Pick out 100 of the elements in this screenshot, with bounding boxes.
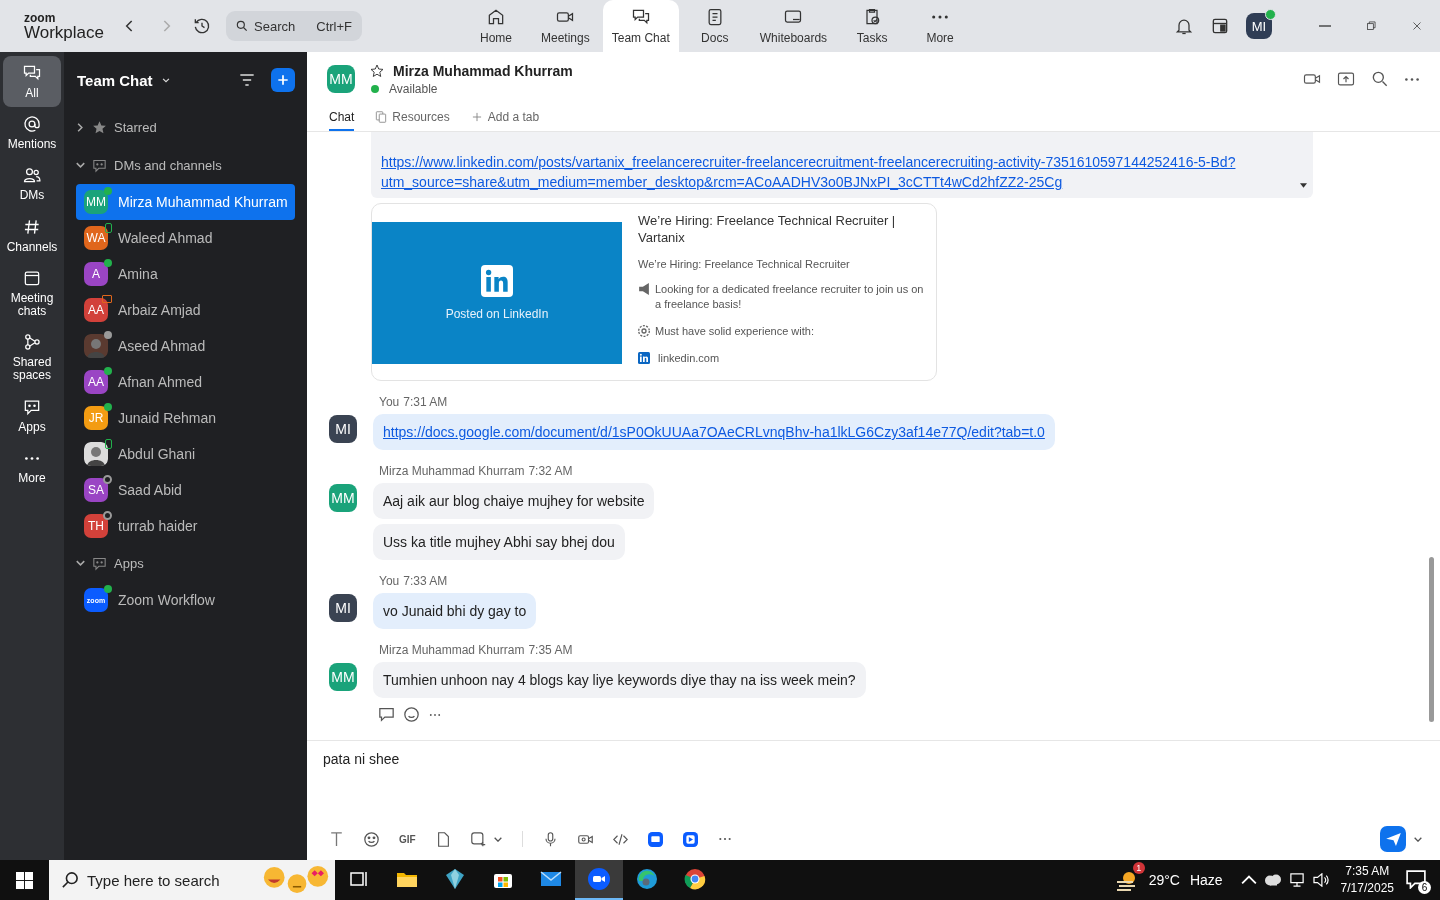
nav-tab[interactable]: More bbox=[908, 0, 973, 52]
chat-tab[interactable]: Resources bbox=[374, 104, 450, 131]
text-format-icon[interactable] bbox=[329, 831, 344, 847]
more-icon[interactable] bbox=[717, 837, 732, 841]
nav-tab[interactable]: Meetings bbox=[532, 0, 599, 52]
calendar-icon[interactable] bbox=[1210, 16, 1230, 36]
image-caption: Posted on LinkedIn bbox=[445, 307, 549, 321]
weather-condition[interactable]: Haze bbox=[1189, 872, 1223, 888]
message-bubble: vo Junaid bhi dy gay to bbox=[373, 593, 537, 629]
chevron-right-icon bbox=[77, 122, 83, 132]
contact-avatar: WA bbox=[84, 226, 108, 250]
emoji-icon[interactable] bbox=[364, 831, 379, 847]
chevron-up-icon[interactable] bbox=[1240, 873, 1257, 887]
preview-subtitle: We’re Hiring: Freelance Technical Recruiter bbox=[638, 258, 851, 270]
contact-item[interactable]: SA Saad Abid bbox=[76, 472, 295, 508]
rail-tab[interactable]: Shared spaces bbox=[3, 325, 61, 390]
contact-avatar: TH bbox=[84, 514, 108, 538]
contact-avatar: SA bbox=[84, 478, 108, 502]
star-icon[interactable] bbox=[369, 62, 385, 79]
clock-time[interactable]: 7:35 AM bbox=[1345, 863, 1390, 880]
search-icon bbox=[235, 19, 249, 33]
files-icon bbox=[374, 109, 389, 124]
emoji-faces-drawing bbox=[263, 866, 329, 894]
gif-button[interactable]: GIF bbox=[399, 833, 416, 845]
contact-item[interactable]: A Amina bbox=[76, 256, 295, 292]
gem-icon bbox=[443, 867, 467, 891]
add-tab-button[interactable]: Add a tab bbox=[469, 104, 540, 131]
contact-item[interactable]: AA Afnan Ahmed bbox=[76, 364, 295, 400]
nav-tab[interactable]: Whiteboards bbox=[750, 0, 837, 52]
rail-tab[interactable]: Mentions bbox=[3, 107, 61, 159]
microphone-icon[interactable] bbox=[542, 831, 558, 847]
rail-tab[interactable]: DMs bbox=[3, 158, 61, 210]
emoji-icon[interactable] bbox=[404, 707, 419, 722]
section-header[interactable]: Starred bbox=[76, 108, 295, 146]
preview-description: Looking for a dedicated freelance recruiter to join us on a freelance basis! bbox=[655, 282, 924, 312]
send-button[interactable] bbox=[1380, 826, 1406, 852]
contact-item[interactable]: Abdul Ghani bbox=[76, 436, 295, 472]
sender-name: Mirza Muhammad Khurram bbox=[379, 464, 525, 478]
nav-tab[interactable]: Tasks bbox=[840, 0, 905, 52]
contact-item[interactable]: WA Waleed Ahmad bbox=[76, 220, 295, 256]
rail-tab[interactable]: Channels bbox=[3, 209, 61, 261]
file-icon[interactable] bbox=[435, 831, 451, 847]
link-preview-card[interactable] bbox=[371, 203, 937, 381]
video-app-icon bbox=[587, 867, 611, 891]
rail-tab[interactable]: All bbox=[3, 56, 61, 108]
sender-avatar: MI bbox=[329, 594, 357, 622]
speaker-icon[interactable] bbox=[1312, 873, 1329, 887]
preview-title: We’re Hiring: Freelance Technical Recruiter | Vartanix bbox=[638, 212, 897, 246]
temperature[interactable]: 29°C bbox=[1148, 872, 1180, 888]
code-icon[interactable] bbox=[612, 831, 628, 847]
sender-avatar: MM bbox=[329, 663, 357, 691]
message-link[interactable]: https://www.linkedin.com/posts/vartanix_freelancerecruiter-freelancerecruitment-freelancerecruiting-activity-7351610597144252416-5-Bd? utm_source=share&utm_medium=member_desktop&rcm=ACoAADHV3o0BJNxPI_3cCTTt4wCd2hfZZ2-25Cg bbox=[381, 152, 1301, 192]
windows-start-icon[interactable] bbox=[16, 871, 33, 889]
contact-item[interactable]: Aseed Ahmad bbox=[76, 328, 295, 364]
contact-avatar: A bbox=[84, 262, 108, 286]
new-chat-button[interactable] bbox=[271, 68, 295, 92]
rail-tab[interactable]: Apps bbox=[3, 389, 61, 441]
notification-icon[interactable] bbox=[1406, 870, 1426, 889]
nav-tab[interactable]: Team Chat bbox=[602, 0, 679, 52]
restore-icon[interactable] bbox=[1364, 19, 1378, 33]
contact-avatar: AA bbox=[84, 298, 108, 322]
screenshot-icon[interactable] bbox=[470, 831, 486, 847]
more-icon[interactable] bbox=[1404, 76, 1420, 82]
message-time: 7:33 AM bbox=[403, 574, 448, 588]
chat-tab[interactable]: Chat bbox=[329, 104, 355, 131]
browser-icon bbox=[635, 867, 659, 891]
history-icon[interactable] bbox=[192, 16, 212, 36]
chevron-down-icon bbox=[76, 162, 85, 168]
app-icon[interactable] bbox=[682, 831, 698, 847]
section-header[interactable]: DMs and channels bbox=[76, 146, 295, 184]
reply-icon[interactable] bbox=[379, 707, 394, 722]
app-icon[interactable] bbox=[647, 831, 663, 847]
nav-tab[interactable]: Docs bbox=[682, 0, 747, 52]
contact-item[interactable]: JR Junaid Rehman bbox=[76, 400, 295, 436]
message-link[interactable]: https://docs.google.com/document/d/1sP0OkUUAa7OAeCRLvnqBhv-ha1lkLG6Czy3af14e77Q/edit?tab=t.0 bbox=[383, 424, 1045, 440]
taskbar-search-field[interactable]: Type here to search bbox=[49, 860, 335, 900]
network-icon[interactable] bbox=[1288, 873, 1305, 887]
logo-caption: zoom bbox=[24, 11, 57, 24]
rail-tab[interactable]: Meeting chats bbox=[3, 260, 61, 326]
contact-avatar: AA bbox=[84, 370, 108, 394]
taskbar-button[interactable] bbox=[575, 860, 623, 900]
caret-icon[interactable] bbox=[1300, 183, 1307, 188]
nav-tab[interactable]: Home bbox=[464, 0, 528, 52]
caret-icon[interactable] bbox=[493, 836, 502, 842]
contact-item[interactable]: TH turrab haider bbox=[76, 508, 295, 544]
scrollbar[interactable] bbox=[1429, 557, 1434, 722]
star-icon bbox=[91, 118, 108, 136]
more-icon bbox=[24, 455, 40, 461]
sidebar-title[interactable]: Team Chat bbox=[77, 71, 153, 89]
message-bubble: Uss ka title mujhey Abhi say bhej dou bbox=[373, 524, 625, 560]
clock-date[interactable]: 7/17/2025 bbox=[1340, 880, 1394, 897]
sender-name: You bbox=[379, 395, 400, 409]
more-icon[interactable] bbox=[429, 712, 441, 717]
cloud-icon[interactable] bbox=[1264, 873, 1281, 887]
section-header[interactable]: Apps bbox=[76, 544, 295, 582]
rail-tab[interactable]: More bbox=[3, 440, 61, 492]
contact-item[interactable]: AA Arbaiz Amjad bbox=[76, 292, 295, 328]
caret-icon[interactable] bbox=[1414, 836, 1422, 842]
message-time: 7:31 AM bbox=[403, 395, 448, 409]
contact-item[interactable]: MM Mirza Muhammad Khurram bbox=[76, 184, 295, 220]
